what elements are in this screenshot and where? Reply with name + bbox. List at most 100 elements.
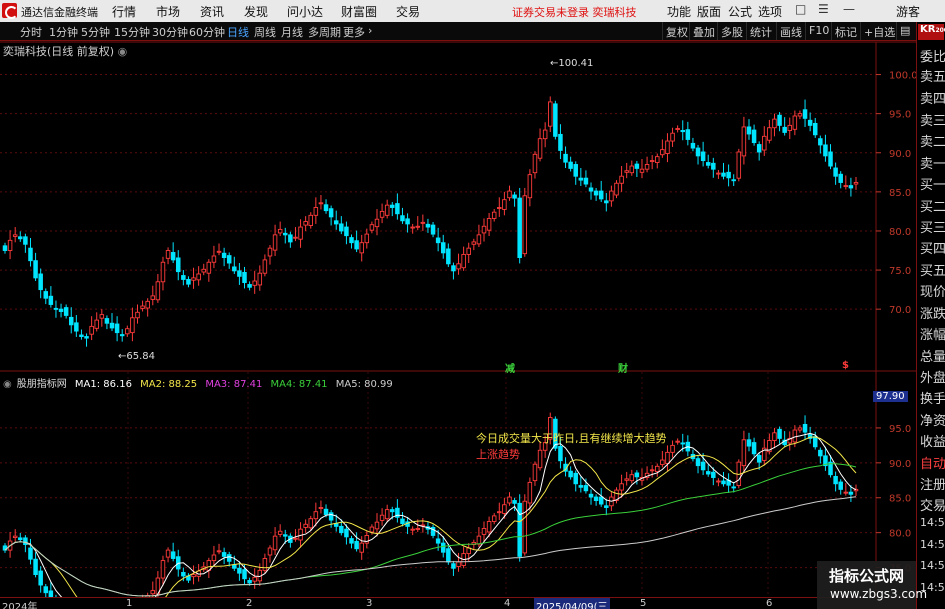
lower-candle-body	[400, 518, 405, 525]
lower-candle-body	[802, 423, 808, 433]
upper-candle-body	[181, 275, 186, 280]
lower-candle-body	[670, 444, 675, 453]
upper-candle-body	[649, 160, 655, 163]
upper-candle-body	[746, 126, 752, 135]
upper-candle-body	[711, 162, 716, 170]
indicator-name[interactable]: 股朋指标网	[17, 379, 67, 390]
lower-candle-body	[711, 471, 716, 478]
upper-y-tick-label: 80.0	[889, 227, 911, 238]
quote-field-label[interactable]: 卖二	[920, 131, 945, 150]
quote-field-label[interactable]: 买五	[920, 260, 945, 279]
upper-candle-body	[491, 211, 497, 219]
lower-candle-body	[583, 485, 589, 492]
date-tick-label: 2024年	[2, 602, 38, 609]
quote-field-label[interactable]: 注册	[920, 474, 945, 493]
title-settings-icon[interactable]: ◉	[118, 45, 128, 58]
quote-field-label[interactable]: 买二	[920, 196, 945, 215]
upper-candle-body	[221, 252, 227, 259]
quote-field-label[interactable]: 总量	[920, 346, 945, 365]
quote-field-label[interactable]: 收益	[920, 431, 945, 450]
indicator-settings-icon[interactable]: ◉	[3, 379, 12, 390]
trend-annotation: 上涨趋势	[476, 448, 520, 461]
lower-candle-body	[216, 550, 222, 553]
upper-candle-body	[486, 217, 492, 231]
lower-candle-body	[323, 508, 329, 515]
lower-candle-body	[777, 428, 782, 439]
lower-candle-body	[792, 429, 798, 443]
quote-field-label[interactable]: 买一	[920, 174, 945, 193]
upper-candle-body	[721, 172, 726, 177]
upper-candle-body	[639, 168, 645, 173]
upper-candle-body	[456, 263, 461, 270]
upper-candle-body	[130, 317, 135, 334]
lower-candle-body	[716, 480, 721, 483]
lower-candle-body	[28, 547, 33, 560]
upper-candle-body	[252, 280, 257, 286]
lower-candle-body	[211, 554, 217, 562]
lower-candle-body	[532, 463, 538, 482]
lower-candle-body	[384, 509, 390, 520]
upper-candle-body	[400, 215, 405, 222]
upper-candle-body	[553, 103, 558, 137]
upper-candle-body	[303, 221, 308, 226]
current-price-box: 97.90	[873, 391, 908, 402]
quote-field-label[interactable]: 卖五	[920, 66, 945, 85]
marker-jian[interactable]: 减	[505, 360, 515, 375]
upper-candle-body	[170, 252, 176, 261]
upper-candle-body	[196, 273, 201, 281]
upper-candle-body	[344, 226, 349, 237]
upper-y-tick-label: 95.0	[889, 110, 911, 121]
upper-candle-body	[828, 151, 833, 167]
quote-field-label[interactable]: 买四	[920, 238, 945, 257]
upper-candle-body	[206, 261, 212, 274]
lower-candle-body	[33, 558, 38, 575]
quote-field-label[interactable]: 买三	[920, 217, 945, 236]
quote-field-label[interactable]: 交易	[920, 495, 945, 514]
lower-candle-body	[313, 511, 319, 520]
lower-candle-body	[247, 580, 252, 584]
upper-candle-body	[288, 234, 293, 243]
lower-candle-body	[160, 560, 166, 579]
marker-dollar[interactable]: $	[842, 360, 849, 371]
quote-field-label[interactable]: 卖三	[920, 110, 945, 129]
lower-candle-body	[476, 535, 482, 545]
quote-field-label[interactable]: 14:56	[920, 516, 945, 529]
upper-candle-body	[104, 318, 110, 324]
upper-candle-body	[634, 163, 640, 169]
quote-field-label[interactable]: 14:56	[920, 559, 945, 572]
low-price-label: ←65.84	[118, 351, 156, 362]
quote-field-label[interactable]: 涨幅	[920, 324, 945, 343]
upper-candle-body	[201, 268, 206, 273]
quote-field-label[interactable]: 换手	[920, 388, 945, 407]
quote-field-label[interactable]: 外盘	[920, 367, 945, 386]
lower-candle-body	[588, 493, 594, 498]
quote-field-label[interactable]: 现价	[920, 281, 945, 300]
quote-field-label[interactable]: 委比	[920, 46, 945, 65]
lower-candle-body	[527, 481, 533, 504]
quote-field-label[interactable]: 14:56	[920, 538, 945, 551]
upper-candle-body	[629, 165, 635, 174]
upper-candle-body	[425, 223, 431, 228]
lower-candle-body	[181, 572, 186, 577]
kline-chart[interactable]: 100.0 95.0 90.0 85.0 80.0 75.0 70.0 95.0 90.0 85.…	[0, 0, 916, 609]
upper-candle-body	[114, 323, 120, 334]
quote-field-label[interactable]: 卖一	[920, 153, 945, 172]
lower-candle-body	[440, 542, 446, 553]
marker-cai[interactable]: 财	[618, 360, 628, 375]
quote-field-label[interactable]: 净资	[920, 410, 945, 429]
upper-candle-body	[237, 270, 242, 277]
upper-candle-body	[145, 300, 150, 309]
quote-field-label[interactable]: 自动	[920, 453, 945, 472]
quote-field-label[interactable]: 涨跌	[920, 303, 945, 322]
upper-candle-body	[440, 242, 446, 254]
upper-candle-body	[272, 234, 278, 251]
quote-field-label[interactable]: 卖四	[920, 88, 945, 107]
upper-candle-body	[471, 241, 477, 245]
indicator-header: ◉ 股朋指标网 MA1: 86.16 MA2: 88.25 MA3: 87.41 …	[3, 375, 398, 390]
lower-candle-body	[741, 439, 747, 467]
upper-candle-body	[420, 221, 426, 224]
stock-code-badge[interactable]: KR200	[918, 24, 945, 40]
upper-candle-body	[68, 316, 74, 326]
lower-candle-body	[379, 514, 385, 521]
upper-chart-title: 奕瑞科技(日线 前复权) ◉	[3, 43, 127, 59]
